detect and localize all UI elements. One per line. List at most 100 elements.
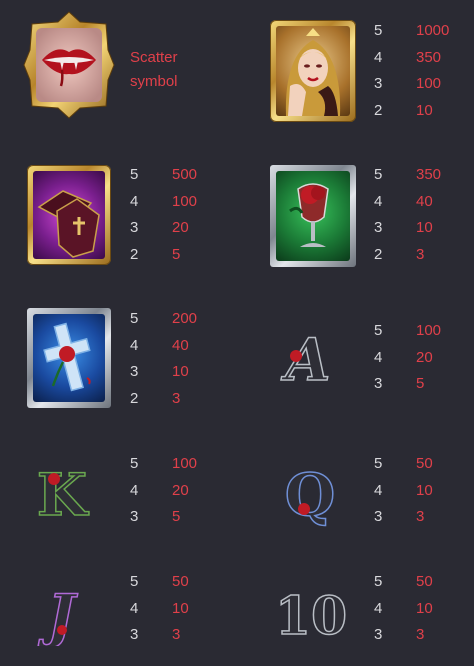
number-10-icon: 10 [276, 574, 346, 646]
pay-row: 4 350 [374, 45, 474, 72]
payout-value: 100 [172, 455, 198, 472]
pay-row: 4 10 [130, 596, 240, 623]
symbol-count: 5 [130, 310, 139, 327]
paytable-coffin: 5 500 4 100 3 20 25 [130, 162, 240, 268]
paytable-cross-rose: 5 200 4 40 3 10 23 [130, 306, 240, 412]
pay-row: 4 10 [374, 596, 474, 623]
symbol-count: 3 [374, 626, 383, 643]
letter-q-icon: Q [280, 455, 340, 527]
pay-row: 3 10 [374, 215, 474, 242]
symbol-count: 3 [130, 626, 139, 643]
payout-value: 10 [416, 481, 433, 499]
pay-row: 25 [130, 242, 240, 269]
coffin-icon [27, 165, 111, 265]
payout-value: 500 [172, 166, 198, 183]
symbol-count: 5 [374, 322, 383, 339]
pay-row: 33 [374, 622, 474, 649]
payout-value: 3 [172, 626, 181, 643]
pay-row: 33 [130, 622, 240, 649]
pay-row: 5 200 [130, 306, 240, 333]
paytable-vampire-lady: 5 1000 4 350 3 100 2 10 [374, 18, 474, 124]
payout-value: 100 [172, 192, 198, 210]
pay-row: 4 20 [130, 478, 240, 505]
payout-value: 100 [416, 322, 442, 339]
letter-a-icon: A [278, 322, 338, 392]
symbol-count: 3 [374, 75, 383, 92]
payout-value: 10 [416, 219, 433, 236]
payout-value: 5 [172, 245, 181, 263]
pay-row: 35 [130, 504, 240, 531]
cross-rose-icon [27, 308, 111, 408]
symbol-count: 4 [374, 481, 383, 499]
paytable-number-10: 5 50 4 10 33 [374, 569, 474, 649]
payout-value: 20 [172, 219, 189, 236]
paytable-rose-goblet: 5 350 4 40 3 10 23 [374, 162, 474, 268]
letter-k-icon: K [32, 455, 92, 527]
symbol-count: 5 [374, 22, 383, 39]
symbol-count: 5 [374, 573, 383, 590]
pay-row: 5 100 [130, 451, 240, 478]
symbol-count: 5 [130, 455, 139, 472]
symbol-count: 5 [130, 573, 139, 590]
pay-row: 4 40 [130, 333, 240, 360]
pay-row: 5 1000 [374, 18, 474, 45]
pay-row: 23 [374, 242, 474, 269]
symbol-count: 3 [374, 508, 383, 525]
payout-value: 100 [416, 75, 442, 92]
pay-row: 5 50 [374, 451, 474, 478]
symbol-count: 5 [374, 455, 383, 472]
payout-value: 20 [172, 481, 189, 499]
pay-row: 4 100 [130, 189, 240, 216]
scatter-symbol-icon [22, 10, 116, 120]
symbol-count: 4 [374, 48, 383, 66]
letter-a-glyph: A [280, 326, 330, 392]
symbol-count: 4 [130, 192, 139, 210]
paytable-letter-j: 5 50 4 10 33 [130, 569, 240, 649]
number-10-glyph: 10 [276, 586, 346, 646]
rose-goblet-icon [270, 165, 356, 267]
vampire-lady-icon [270, 20, 356, 122]
symbol-count: 2 [374, 245, 383, 263]
symbol-count: 4 [374, 192, 383, 210]
pay-row: 5 100 [374, 318, 474, 345]
payout-value: 50 [416, 455, 433, 472]
payout-value: 10 [416, 599, 433, 617]
paytable-letter-a: 5 100 4 20 35 [374, 318, 474, 398]
symbol-count: 4 [374, 348, 383, 366]
letter-j-glyph: J [37, 582, 78, 646]
payout-value: 200 [172, 310, 198, 327]
payout-value: 3 [416, 508, 425, 525]
pay-row: 4 40 [374, 189, 474, 216]
pay-row: 3 20 [130, 215, 240, 242]
symbol-count: 3 [130, 219, 139, 236]
symbol-count: 2 [130, 245, 139, 263]
pay-row: 5 50 [374, 569, 474, 596]
payout-value: 50 [172, 573, 189, 590]
payout-value: 350 [416, 48, 442, 66]
payout-value: 10 [172, 363, 189, 380]
symbol-count: 4 [130, 336, 139, 354]
pay-row: 2 10 [374, 98, 474, 125]
payout-value: 40 [416, 192, 433, 210]
symbol-count: 4 [130, 481, 139, 499]
pay-row: 5 500 [130, 162, 240, 189]
symbol-count: 4 [374, 599, 383, 617]
payout-value: 40 [172, 336, 189, 354]
pay-row: 23 [130, 386, 240, 413]
pay-row: 5 50 [130, 569, 240, 596]
symbol-count: 3 [130, 508, 139, 525]
symbol-count: 5 [130, 166, 139, 183]
payout-value: 5 [416, 375, 425, 392]
symbol-count: 2 [374, 101, 383, 119]
payout-value: 350 [416, 166, 442, 183]
letter-j-icon: J [36, 574, 86, 646]
payout-value: 10 [172, 599, 189, 617]
payout-value: 1000 [416, 22, 450, 39]
pay-row: 33 [374, 504, 474, 531]
symbol-count: 3 [374, 219, 383, 236]
symbol-count: 3 [130, 363, 139, 380]
paytable-letter-q: 5 50 4 10 33 [374, 451, 474, 531]
pay-row: 3 10 [130, 359, 240, 386]
symbol-count: 5 [374, 166, 383, 183]
scatter-label: Scatter symbol [130, 49, 178, 90]
